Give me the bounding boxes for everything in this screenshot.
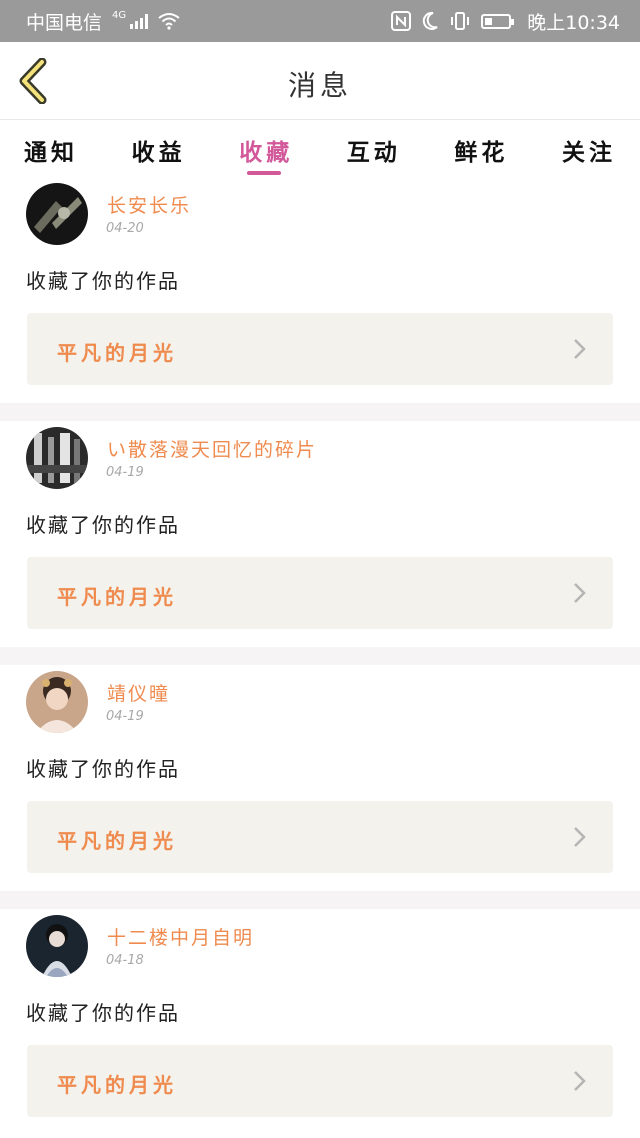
tab-notifications[interactable]: 通知: [24, 121, 78, 177]
status-bar: 中国电信 4G 晚上10:34: [0, 0, 640, 42]
message-date: 04-19: [106, 465, 144, 480]
work-title: 平凡的月光: [57, 341, 177, 365]
tab-bar: 通知 收益 收藏 互动 鲜花 关注: [0, 121, 640, 177]
username[interactable]: い散落漫天回忆的碎片: [107, 435, 317, 462]
carrier-name: 中国电信: [26, 11, 103, 34]
message-card: 十二楼中月自明 04-18 收藏了你的作品 平凡的月光: [0, 909, 640, 1135]
battery-icon: [481, 13, 515, 29]
action-text: 收藏了你的作品: [26, 757, 180, 781]
message-card: 靖仪曈 04-19 收藏了你的作品 平凡的月光: [0, 665, 640, 891]
divider: [0, 403, 640, 421]
message-list: 长安长乐 04-20 收藏了你的作品 平凡的月光 い散落漫天回忆的碎片 04-1…: [0, 177, 640, 1135]
action-text: 收藏了你的作品: [26, 513, 180, 537]
tab-flowers[interactable]: 鲜花: [454, 121, 508, 177]
message-date: 04-18: [106, 953, 144, 968]
work-title: 平凡的月光: [57, 585, 177, 609]
vibrate-icon: [449, 11, 471, 31]
tab-interactions[interactable]: 互动: [347, 121, 401, 177]
avatar[interactable]: [26, 671, 88, 733]
status-bar-right: 晚上10:34: [391, 8, 620, 35]
wifi-icon: [158, 12, 180, 30]
work-link[interactable]: 平凡的月光: [27, 313, 613, 385]
network-type: 4G: [112, 9, 127, 21]
action-text: 收藏了你的作品: [26, 269, 180, 293]
avatar[interactable]: [26, 915, 88, 977]
username[interactable]: 靖仪曈: [107, 679, 170, 706]
work-title: 平凡的月光: [57, 1073, 177, 1097]
username[interactable]: 十二楼中月自明: [107, 923, 254, 950]
tab-follows[interactable]: 关注: [562, 121, 616, 177]
avatar[interactable]: [26, 427, 88, 489]
chevron-right-icon: [574, 827, 586, 847]
message-card: 长安长乐 04-20 收藏了你的作品 平凡的月光: [0, 177, 640, 403]
message-date: 04-20: [106, 221, 144, 236]
header-bar: 消息: [0, 42, 640, 120]
signal-icon: [130, 13, 149, 29]
status-bar-left: 中国电信 4G: [26, 8, 180, 35]
username[interactable]: 长安长乐: [107, 191, 191, 218]
divider: [0, 891, 640, 909]
work-link[interactable]: 平凡的月光: [27, 801, 613, 873]
chevron-right-icon: [574, 339, 586, 359]
chevron-right-icon: [574, 1071, 586, 1091]
status-time: 晚上10:34: [527, 11, 620, 34]
action-text: 收藏了你的作品: [26, 1001, 180, 1025]
message-date: 04-19: [106, 709, 144, 724]
tab-earnings[interactable]: 收益: [132, 121, 186, 177]
divider: [0, 647, 640, 665]
tab-favorites[interactable]: 收藏: [239, 121, 293, 177]
work-link[interactable]: 平凡的月光: [27, 1045, 613, 1117]
page-title: 消息: [287, 69, 352, 102]
avatar[interactable]: [26, 183, 88, 245]
moon-icon: [421, 11, 439, 31]
message-card: い散落漫天回忆的碎片 04-19 收藏了你的作品 平凡的月光: [0, 421, 640, 647]
chevron-right-icon: [574, 583, 586, 603]
work-title: 平凡的月光: [57, 829, 177, 853]
work-link[interactable]: 平凡的月光: [27, 557, 613, 629]
nfc-icon: [391, 11, 412, 31]
